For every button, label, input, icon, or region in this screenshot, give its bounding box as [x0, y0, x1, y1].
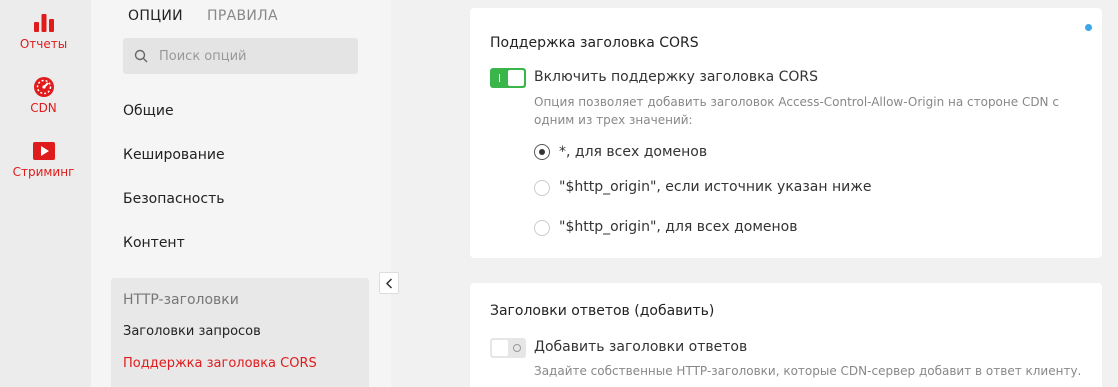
- main-nav-rail: Отчеты CDN Стриминг: [0, 0, 91, 387]
- nav-streaming-label: Стриминг: [12, 165, 75, 179]
- options-panel: ОПЦИИ ПРАВИЛА Общие Кеширование Безопасн…: [91, 0, 391, 387]
- response-headers-toggle[interactable]: [490, 338, 526, 358]
- menu-item-general[interactable]: Общие: [123, 103, 174, 119]
- nav-cdn[interactable]: CDN: [0, 76, 87, 115]
- play-icon: [32, 142, 55, 160]
- response-hint: Задайте собственные HTTP-заголовки, кото…: [534, 364, 1082, 378]
- cors-toggle[interactable]: [490, 68, 526, 88]
- status-dot: [1085, 24, 1092, 31]
- collapse-panel-button[interactable]: [379, 272, 399, 294]
- cors-card-title: Поддержка заголовка CORS: [490, 35, 699, 51]
- menu-item-caching[interactable]: Кеширование: [123, 147, 225, 163]
- menu-item-security[interactable]: Безопасность: [123, 191, 224, 207]
- response-headers-card: Заголовки ответов (добавить) Добавить за…: [470, 283, 1102, 387]
- cors-card: Поддержка заголовка CORS Включить поддер…: [470, 8, 1102, 258]
- nav-cdn-label: CDN: [30, 101, 57, 115]
- radio-origin-all-label[interactable]: "$http_origin", для всех доменов: [559, 219, 797, 235]
- radio-all-domains[interactable]: [534, 144, 550, 160]
- search-input[interactable]: [159, 46, 349, 66]
- radio-origin-listed[interactable]: [534, 180, 550, 196]
- http-headers-group: HTTP-заголовки Заголовки запросов Поддер…: [111, 278, 369, 387]
- radio-origin-listed-label[interactable]: "$http_origin", если источник указан ниж…: [559, 179, 871, 195]
- radio-all-domains-label[interactable]: *, для всех доменов: [559, 144, 707, 160]
- menu-item-request-headers[interactable]: Заголовки запросов: [123, 324, 261, 339]
- cors-hint: Опция позволяет добавить заголовок Acces…: [534, 95, 1059, 127]
- bar-chart-icon: [33, 14, 54, 32]
- nav-streaming[interactable]: Стриминг: [0, 140, 87, 179]
- search-icon: [134, 49, 148, 63]
- group-title[interactable]: HTTP-заголовки: [123, 292, 239, 308]
- nav-reports-label: Отчеты: [19, 37, 68, 51]
- chevron-left-icon: [385, 278, 393, 289]
- response-card-title: Заголовки ответов (добавить): [490, 303, 715, 319]
- tab-options[interactable]: ОПЦИИ: [128, 8, 183, 24]
- menu-item-content[interactable]: Контент: [123, 235, 185, 251]
- menu-item-cors[interactable]: Поддержка заголовка CORS: [123, 356, 317, 371]
- search-box: [123, 38, 358, 74]
- nav-reports[interactable]: Отчеты: [0, 12, 87, 51]
- cors-toggle-label[interactable]: Включить поддержку заголовка CORS: [534, 69, 818, 85]
- radio-origin-all[interactable]: [534, 220, 550, 236]
- response-toggle-label[interactable]: Добавить заголовки ответов: [534, 339, 747, 355]
- speedometer-icon: [33, 77, 54, 97]
- tab-rules[interactable]: ПРАВИЛА: [207, 8, 278, 24]
